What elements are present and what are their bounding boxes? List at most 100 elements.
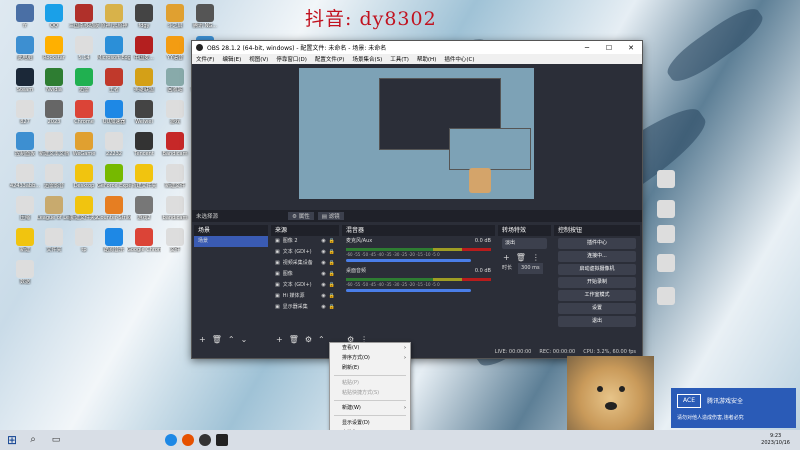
menu-item[interactable]: 插件中心(C)	[440, 55, 478, 63]
desktop-icon[interactable]: Tencent	[127, 132, 161, 157]
desktop-icon[interactable]: 原神/云原神	[97, 4, 131, 29]
control-button[interactable]: 开始录制	[558, 277, 636, 288]
desktop-icon[interactable]: Weiwei	[127, 100, 161, 125]
desktop-icon[interactable]: Microsoft Edge	[97, 36, 131, 61]
task-view-icon[interactable]: ▭	[47, 433, 65, 447]
visibility-eye-icon[interactable]: ◉	[321, 291, 325, 302]
desktop-icon[interactable]: 三国杀移动版	[67, 4, 101, 29]
lock-icon[interactable]: 🔒	[329, 291, 335, 302]
menu-item[interactable]: 帮助(H)	[413, 55, 440, 63]
control-button[interactable]: 插件中心	[558, 238, 636, 249]
desktop-icon[interactable]: UU加速器	[97, 100, 131, 125]
desktop-icon[interactable]: 新建文件	[158, 164, 192, 189]
start-button[interactable]: ⊞	[5, 433, 19, 447]
desktop-icon[interactable]: WeGame	[67, 132, 101, 157]
desktop-icon[interactable]: 酷狗音乐	[97, 228, 131, 253]
menu-item[interactable]: 编辑(E)	[218, 55, 245, 63]
context-menu-item[interactable]: 刷新(E)	[330, 363, 410, 373]
desktop-icon[interactable]: Rockstar	[37, 36, 71, 61]
minimize-button[interactable]: ─	[576, 44, 598, 52]
visibility-eye-icon[interactable]: ◉	[321, 247, 325, 258]
context-menu-item[interactable]: 查看(V) ›	[330, 343, 410, 353]
kugou-taskbar-icon[interactable]	[165, 434, 177, 446]
desktop-icon[interactable]	[649, 287, 683, 306]
source-item[interactable]: ▣ 图像 ◉ 🔒	[271, 269, 339, 280]
lock-icon[interactable]: 🔒	[329, 280, 335, 291]
menu-item[interactable]: 停靠窗口(D)	[272, 55, 311, 63]
add-transition-button[interactable]: +	[503, 253, 510, 262]
properties-button[interactable]: ⚙ 属性	[288, 212, 314, 220]
desktop-icon[interactable]: 回收站	[158, 68, 192, 93]
remove-transition-button[interactable]: 🗑	[516, 253, 526, 262]
remove-source-button[interactable]: 🗑	[289, 335, 299, 344]
control-button[interactable]: 连接中...	[558, 251, 636, 262]
visibility-eye-icon[interactable]: ◉	[321, 302, 325, 313]
search-icon[interactable]: ⌕	[24, 433, 42, 447]
source-settings-button[interactable]: ⚙	[305, 335, 312, 344]
notification-popup[interactable]: ACE 腾讯游戏安全 请勿对他人造成伤害,违者必究	[671, 388, 796, 428]
desktop-icon[interactable]: Google Chrome	[127, 228, 161, 253]
add-source-button[interactable]: +	[276, 335, 283, 344]
bandicam-taskbar-icon[interactable]	[182, 434, 194, 446]
lock-icon[interactable]: 🔒	[329, 236, 335, 247]
desktop-icon[interactable]: 新建文件夹	[127, 164, 161, 189]
move-down-button[interactable]: ⌄	[241, 335, 248, 344]
desktop-icon[interactable]: QQ	[37, 4, 71, 29]
desktop-icon[interactable]: 文件	[158, 228, 192, 253]
source-item[interactable]: ▣ 图像 2 ◉ 🔒	[271, 236, 339, 247]
visibility-eye-icon[interactable]: ◉	[321, 258, 325, 269]
desktop-icon[interactable]: 2023	[37, 100, 71, 125]
desktop-icon[interactable]: League of Legends	[37, 196, 71, 221]
desktop-icon[interactable]: bandicam	[158, 196, 192, 221]
transition-select[interactable]: 淡出	[502, 238, 547, 249]
desktop-icon[interactable]: 中国麦...	[127, 36, 161, 61]
duration-input[interactable]: 300 ms	[518, 263, 543, 274]
desktop-icon[interactable]: 5.14	[67, 36, 101, 61]
lock-icon[interactable]: 🔒	[329, 302, 335, 313]
remove-scene-button[interactable]: 🗑	[212, 335, 222, 344]
desktop-icon[interactable]: 斗之启	[158, 4, 192, 29]
obs-titlebar[interactable]: OBS 28.1.2 (64-bit, windows) - 配置文件: 未命名…	[192, 41, 642, 54]
desktop-icon[interactable]: 腾讯 NG...	[188, 4, 222, 29]
context-menu-item[interactable]: 排序方式(O) ›	[330, 353, 410, 363]
system-clock[interactable]: 9:23 2023/10/16	[761, 433, 790, 447]
add-scene-button[interactable]: +	[199, 335, 206, 344]
source-item[interactable]: ▣ Hi 媒体源 ◉ 🔒	[271, 291, 339, 302]
control-button[interactable]: 设置	[558, 303, 636, 314]
desktop-volume-slider[interactable]	[346, 289, 471, 292]
desktop-icon[interactable]: 英雄联盟	[127, 68, 161, 93]
desktop-icon[interactable]: 王者	[97, 68, 131, 93]
menu-item[interactable]: 文件(F)	[192, 55, 218, 63]
desktop-icon[interactable]: 迅雷	[67, 68, 101, 93]
app-taskbar-icon[interactable]	[216, 434, 228, 446]
menu-item[interactable]: 视图(V)	[245, 55, 272, 63]
desktop-icon[interactable]: fdgy	[127, 4, 161, 29]
scene-item[interactable]: 场景	[194, 236, 268, 247]
source-item[interactable]: ▣ 文本 (GDI+) ◉ 🔒	[271, 280, 339, 291]
context-menu-item[interactable]: 显示设置(D)	[330, 418, 410, 428]
desktop-icon[interactable]: 新建文件夹2	[67, 196, 101, 221]
lock-icon[interactable]: 🔒	[329, 247, 335, 258]
mic-volume-slider[interactable]	[346, 259, 471, 262]
control-button[interactable]: 工作室模式	[558, 290, 636, 301]
desktop-icon[interactable]: 文件夹	[37, 228, 71, 253]
desktop-icon[interactable]: Nvidia	[37, 68, 71, 93]
desktop-icon[interactable]: Chrome	[67, 100, 101, 125]
source-item[interactable]: ▣ 文本 (GDI+) ◉ 🔒	[271, 247, 339, 258]
close-button[interactable]: ✕	[620, 44, 642, 52]
desktop-icon[interactable]: tp	[67, 228, 101, 253]
obs-taskbar-icon[interactable]	[199, 434, 211, 446]
source-up-button[interactable]: ⌃	[318, 335, 325, 344]
desktop-icon[interactable]: YY语音	[158, 36, 192, 61]
control-button[interactable]: 启动虚拟摄像机	[558, 264, 636, 275]
menu-item[interactable]: 配置文件(P)	[311, 55, 349, 63]
desktop-icon[interactable]: 游戏2	[127, 196, 161, 221]
context-menu-item[interactable]: 新建(W) ›	[330, 403, 410, 413]
source-item[interactable]: ▣ 视频采集设备 ◉ 🔒	[271, 258, 339, 269]
menu-item[interactable]: 场景集合(S)	[348, 55, 386, 63]
desktop-icon[interactable]: 数据	[8, 260, 42, 285]
desktop-icon[interactable]: GeForce Experience	[97, 164, 131, 189]
desktop-icon[interactable]: 22232	[97, 132, 131, 157]
desktop-icon[interactable]	[649, 254, 683, 273]
desktop-icon[interactable]: Desktop	[67, 164, 101, 189]
